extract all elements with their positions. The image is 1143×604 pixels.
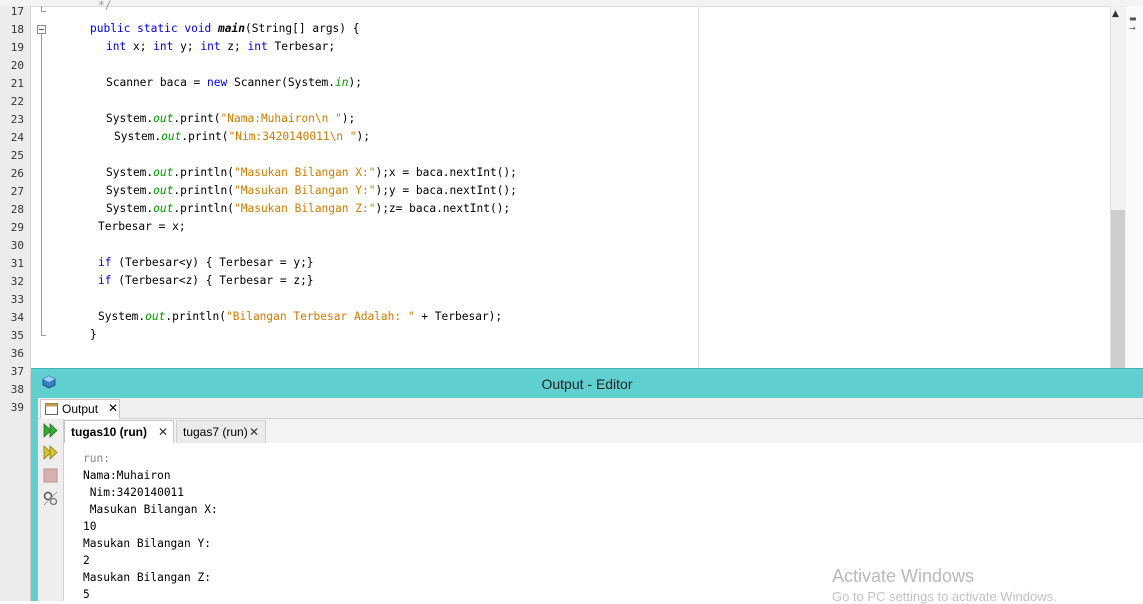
line-number: 32: [10, 275, 24, 288]
console-line: 2: [83, 554, 90, 567]
line-number: 31: [10, 257, 24, 270]
output-window-titlebar[interactable]: Output - Editor: [31, 368, 1143, 399]
code-line-32: if (Terbesar<z) { Terbesar = z;}: [98, 274, 314, 287]
console-line: Nama:Muhairon: [83, 469, 171, 482]
code-line-27: System.out.println("Masukan Bilangan Y:"…: [106, 184, 517, 197]
rerun-with-options-icon[interactable]: [42, 444, 59, 461]
line-number: 22: [10, 95, 24, 108]
stop-icon[interactable]: [42, 467, 59, 484]
output-panel-icon: [45, 403, 58, 415]
line-number: 17: [10, 5, 24, 18]
console-line: run:: [83, 452, 110, 465]
error-stripe-marker-icon: ▬: [1129, 14, 1137, 23]
line-number: 26: [10, 167, 24, 180]
scroll-up-arrow-icon[interactable]: ▲: [1112, 9, 1119, 19]
line-number: 27: [10, 185, 24, 198]
output-panel-tab[interactable]: Output ✕: [40, 399, 120, 419]
console-line: Masukan Bilangan X:: [83, 503, 218, 516]
line-number: 33: [10, 293, 24, 306]
code-line-35: }: [90, 328, 97, 341]
console-line: Nim:3420140011: [83, 486, 185, 499]
code-line-28: System.out.println("Masukan Bilangan Z:"…: [106, 202, 511, 215]
close-icon[interactable]: ✕: [158, 421, 168, 443]
line-number: 19: [10, 41, 24, 54]
editor-toolbar-strip: [0, 0, 1143, 7]
line-number: 23: [10, 113, 24, 126]
line-number: 21: [10, 77, 24, 90]
run-tab-label: tugas7 (run): [183, 425, 248, 439]
code-line-26: System.out.println("Masukan Bilangan X:"…: [106, 166, 517, 179]
activate-windows-subtext: Go to PC settings to activate Windows.: [832, 589, 1057, 604]
line-number: 36: [10, 347, 24, 360]
settings-icon[interactable]: [42, 490, 59, 507]
output-window-title: Output - Editor: [541, 376, 633, 392]
line-number: 39: [10, 401, 24, 414]
window-app-icon: [42, 375, 56, 389]
code-line-29: Terbesar = x;: [98, 220, 186, 233]
error-stripe-arrow-icon: →: [1129, 24, 1136, 33]
close-icon[interactable]: ✕: [108, 401, 118, 415]
output-panel-tab-label: Output: [62, 402, 99, 416]
console-line: 10: [83, 520, 97, 533]
code-line-34: System.out.println("Bilangan Terbesar Ad…: [98, 310, 503, 323]
line-number: 25: [10, 149, 24, 162]
console-line: Masukan Bilangan Z:: [83, 571, 211, 584]
line-number: 18: [10, 23, 24, 36]
console-line: 5: [83, 588, 90, 601]
code-line-18: public static void main(String[] args) {: [90, 22, 360, 35]
fold-guide-end: [41, 335, 46, 336]
line-number: 38: [10, 383, 24, 396]
line-number: 30: [10, 239, 24, 252]
code-line-21: Scanner baca = new Scanner(System.in);: [106, 76, 363, 89]
line-number: 35: [10, 329, 24, 342]
line-number: 29: [10, 221, 24, 234]
right-margin-guide: [698, 6, 699, 368]
activate-windows-watermark: Activate Windows: [832, 566, 975, 586]
run-tab-label: tugas10 (run): [71, 425, 148, 439]
code-line-23: System.out.print("Nama:Muhairon\n ");: [106, 112, 356, 125]
rerun-icon[interactable]: [42, 422, 59, 439]
fold-toggle-icon[interactable]: [37, 25, 46, 34]
line-number: 37: [10, 365, 24, 378]
fold-guide-end: [41, 11, 46, 12]
line-number: 34: [10, 311, 24, 324]
fold-guide: [41, 34, 42, 335]
editor-scrollbar-thumb[interactable]: [1111, 210, 1125, 368]
code-line-17: */: [98, 0, 112, 12]
output-panel-tabbar: [38, 398, 1143, 419]
editor-right-strip: [1127, 6, 1143, 368]
run-tab-tugas10[interactable]: tugas10 (run) ✕: [64, 420, 174, 443]
run-tab-tugas7[interactable]: tugas7 (run) ✕: [176, 420, 266, 443]
line-number-gutter: 17 18 19 20 21 22 23 24 25 26 27 28 29 3…: [0, 5, 31, 601]
line-number: 28: [10, 203, 24, 216]
output-console[interactable]: [64, 443, 1143, 601]
line-number: 24: [10, 131, 24, 144]
code-line-31: if (Terbesar<y) { Terbesar = y;}: [98, 256, 314, 269]
line-number: 20: [10, 59, 24, 72]
code-line-19: int x; int y; int z; int Terbesar;: [106, 40, 336, 53]
close-icon[interactable]: ✕: [249, 421, 259, 443]
console-line: Masukan Bilangan Y:: [83, 537, 211, 550]
code-line-24: System.out.print("Nim:3420140011\n ");: [114, 130, 370, 143]
